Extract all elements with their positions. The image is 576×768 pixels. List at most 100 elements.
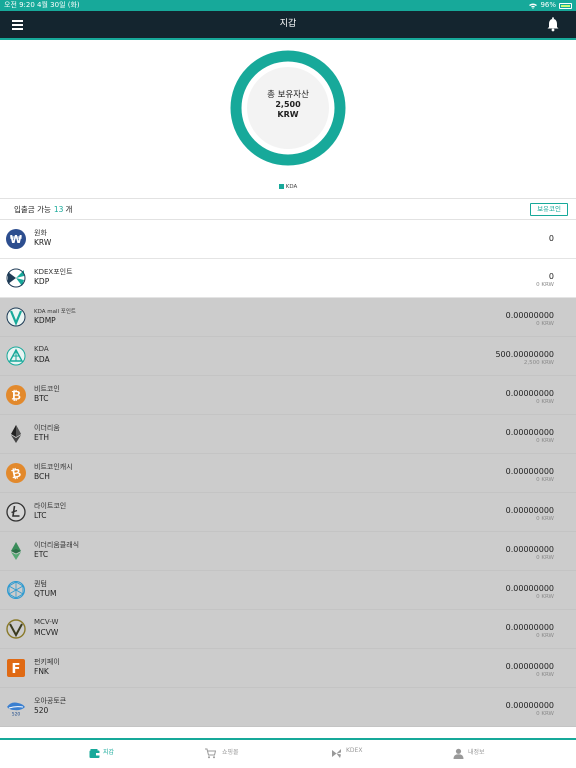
coin-name: 비트코인	[34, 385, 60, 393]
list-item[interactable]: ₿ 비트코인캐시 BCH 0.00000000 0 KRW	[0, 454, 576, 493]
list-item[interactable]: 라이트코인 LTC 0.00000000 0 KRW	[0, 493, 576, 532]
tab-shopping[interactable]: 쇼핑몰	[144, 740, 288, 768]
list-item[interactable]: 이더리움 ETH 0.00000000 0 KRW	[0, 415, 576, 454]
coin-amount: 0.00000000	[505, 467, 554, 476]
coin-krw-value: 0 KRW	[536, 282, 554, 288]
coin-name: KDA	[34, 345, 49, 353]
status-time: 오전 9:20 4월 30일 (화)	[4, 1, 80, 9]
chart-legend: KDA	[0, 184, 576, 190]
tab-kdex[interactable]: KDEX	[288, 740, 432, 768]
status-bar: 오전 9:20 4월 30일 (화) 96%	[0, 0, 576, 11]
tab-profile[interactable]: 내정보	[432, 740, 576, 768]
ethereum-classic-icon	[11, 542, 21, 560]
svg-text:₿: ₿	[11, 389, 21, 403]
list-item[interactable]: 520 오아공토큰 520 0.00000000 0 KRW	[0, 688, 576, 727]
cart-icon	[205, 748, 216, 759]
list-item[interactable]: 이더리움클래식 ETC 0.00000000 0 KRW	[0, 532, 576, 571]
bottom-tab-bar: 지갑 쇼핑몰 KDEX 내정보	[0, 738, 576, 768]
coin-krw-value: 0 KRW	[536, 438, 554, 444]
kdex-icon	[332, 749, 341, 758]
coin-list: ₩ 원화 KRW 0 KDEX포인트 KDP 0 0 KRW KDA mall …	[0, 220, 576, 738]
tab-wallet[interactable]: 지갑	[0, 740, 144, 768]
list-item[interactable]: KDA KDA 500.00000000 2,500 KRW	[0, 337, 576, 376]
coin-symbol: ETC	[34, 550, 49, 559]
coin-amount: 0.00000000	[505, 311, 554, 320]
bitcoin-cash-icon: ₿	[6, 463, 26, 483]
total-asset-currency: KRW	[277, 110, 299, 119]
mcvw-icon	[6, 619, 26, 639]
coin-krw-value: 0 KRW	[536, 672, 554, 678]
coin-amount: 0	[548, 234, 554, 243]
coin-name: KDA mall 포인트	[34, 309, 76, 315]
total-asset-label: 총 보유자산	[267, 90, 309, 100]
total-asset-value: 2,500	[275, 100, 301, 109]
coin-krw-value: 0 KRW	[536, 633, 554, 639]
wifi-icon	[529, 3, 538, 9]
tab-profile-label: 내정보	[468, 749, 485, 756]
coin-amount: 0.00000000	[505, 389, 554, 398]
token-520-icon: 520	[7, 702, 25, 718]
coin-amount: 0	[548, 272, 554, 281]
svg-text:520: 520	[12, 712, 21, 718]
coin-amount: 0.00000000	[505, 701, 554, 710]
ethereum-icon	[11, 425, 21, 443]
coin-name: 원화	[34, 229, 47, 237]
coin-krw-value: 2,500 KRW	[523, 360, 554, 366]
list-item[interactable]: F 펀키페이 FNK 0.00000000 0 KRW	[0, 649, 576, 688]
coin-symbol: BCH	[34, 472, 50, 481]
coin-amount: 0.00000000	[505, 623, 554, 632]
qtum-icon	[7, 581, 25, 599]
litecoin-icon	[6, 502, 26, 522]
list-item[interactable]: KDA mall 포인트 KDMP 0.00000000 0 KRW	[0, 298, 576, 337]
coin-symbol: KDP	[34, 277, 50, 286]
won-icon: ₩	[6, 229, 26, 249]
list-item[interactable]: MCV-W MCVW 0.00000000 0 KRW	[0, 610, 576, 649]
tab-kdex-label: KDEX	[346, 747, 363, 754]
coin-name: KDEX포인트	[34, 268, 73, 276]
legend-label: KDA	[285, 184, 298, 190]
available-number: 13	[53, 205, 64, 214]
coin-name: 이더리움클래식	[34, 541, 80, 549]
tab-shopping-label: 쇼핑몰	[222, 749, 239, 756]
nav-bar: 지갑	[0, 11, 576, 40]
asset-summary: 총 보유자산 2,500 KRW KDA	[0, 40, 576, 198]
coin-symbol: KRW	[34, 238, 52, 247]
available-label: 입출금 가능	[14, 205, 51, 214]
coin-symbol: ETH	[34, 433, 49, 442]
bell-icon[interactable]	[546, 17, 560, 32]
profile-icon	[453, 748, 464, 759]
available-count: 입출금 가능 13 개	[14, 199, 72, 220]
list-item[interactable]: KDEX포인트 KDP 0 0 KRW	[0, 259, 576, 298]
coin-name: MCV-W	[34, 618, 59, 626]
funkeypay-icon: F	[7, 659, 25, 677]
battery-percent: 96%	[540, 1, 556, 9]
coin-symbol: MCVW	[34, 628, 59, 637]
coin-krw-value: 0 KRW	[536, 477, 554, 483]
coin-name: 라이트코인	[34, 502, 67, 510]
available-unit: 개	[65, 205, 73, 214]
coin-symbol: LTC	[34, 511, 47, 520]
holding-coins-button[interactable]: 보유코인	[530, 203, 568, 216]
coin-amount: 500.00000000	[495, 350, 554, 359]
list-item[interactable]: ₩ 원화 KRW 0	[0, 220, 576, 259]
coin-name: 펀키페이	[34, 658, 60, 666]
coin-name: 퀀텀	[34, 580, 47, 588]
battery-icon	[559, 2, 572, 9]
coin-name: 비트코인캐시	[34, 463, 73, 471]
coin-amount: 0.00000000	[505, 428, 554, 437]
page-title: 지갑	[279, 19, 297, 29]
coin-symbol: KDMP	[34, 316, 56, 325]
donut-text: 총 보유자산 2,500 KRW	[248, 90, 328, 120]
status-right: 96%	[529, 0, 572, 11]
coin-krw-value: 0 KRW	[536, 516, 554, 522]
coin-symbol: 520	[34, 706, 49, 715]
coin-krw-value: 0 KRW	[536, 321, 554, 327]
coin-symbol: QTUM	[34, 589, 57, 598]
svg-text:F: F	[12, 662, 21, 677]
list-item[interactable]: ₿ 비트코인 BTC 0.00000000 0 KRW	[0, 376, 576, 415]
coin-krw-value: 0 KRW	[536, 399, 554, 405]
coin-amount: 0.00000000	[505, 545, 554, 554]
coin-krw-value: 0 KRW	[536, 594, 554, 600]
coin-krw-value: 0 KRW	[536, 711, 554, 717]
list-item[interactable]: 퀀텀 QTUM 0.00000000 0 KRW	[0, 571, 576, 610]
